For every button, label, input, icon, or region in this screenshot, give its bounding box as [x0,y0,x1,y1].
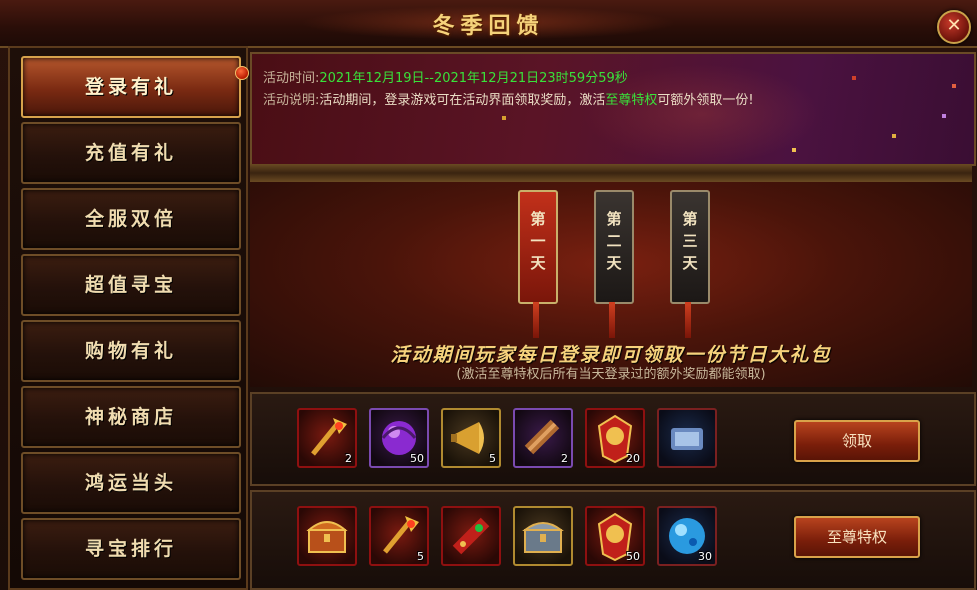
treasure-chest-icon [306,521,348,553]
blue-scroll-icon [671,428,703,450]
reward-slot[interactable]: 2 [513,408,573,468]
tassel-decoration [609,302,615,338]
reward-slot[interactable]: 30 [657,506,717,566]
day-banner-label: 第三天 [682,210,698,272]
reward-slot[interactable] [297,506,357,566]
sidebar-item-login-gift[interactable]: 登录有礼 [21,56,249,118]
day-banner-1[interactable]: 第一天 [518,190,558,338]
reward-row-standard: 2 50 5 2 20 领取 [250,392,976,486]
sidebar-item-label: 购物有礼 [84,340,177,362]
reward-quantity: 5 [489,452,496,465]
reward-slot[interactable]: 2 [297,408,357,468]
reward-quantity: 50 [410,452,424,465]
sidebar-menu: 登录有礼 充值有礼 全服双倍 超值寻宝 购物有礼 神秘商店 鸿运当头 寻宝排行 [8,46,249,590]
reward-slot[interactable]: 50 [369,408,429,468]
event-info-banner: 活动时间:2021年12月19日--2021年12月21日23时59分59秒 活… [250,52,976,166]
close-button[interactable]: ✕ [937,10,971,44]
window-title: 冬季回馈 [432,13,545,39]
day-banner-label: 第一天 [530,210,546,272]
event-time-label: 活动时间: [263,71,320,86]
confetti-decoration [502,116,506,120]
reward-slot[interactable] [513,506,573,566]
sidebar-item-label: 登录有礼 [84,76,177,98]
confetti-decoration [852,76,856,80]
sidebar-item-label: 充值有礼 [84,142,177,164]
winter-event-window: 冬季回馈 ✕ 登录有礼 充值有礼 全服双倍 超值寻宝 购物有礼 神秘商店 鸿运当… [0,0,977,590]
reward-slot[interactable]: 50 [585,506,645,566]
event-subline: (激活至尊特权后所有当天登录过的额外奖励都能领取) [456,367,766,382]
title-bar: 冬季回馈 ✕ [0,0,977,48]
confetti-decoration [792,148,796,152]
reward-slot[interactable] [441,506,501,566]
day-banner-label: 第二天 [606,210,622,272]
event-description-text-end: 可额外领取一份! [657,93,754,108]
tassel-decoration [533,302,539,338]
reward-slot[interactable]: 5 [369,506,429,566]
claim-button[interactable]: 领取 [794,420,920,462]
red-scroll-icon [452,517,490,555]
reward-slot[interactable]: 5 [441,408,501,468]
supreme-privilege-highlight: 至尊特权 [605,93,658,108]
sidebar-item-label: 全服双倍 [84,208,177,230]
reward-row-supreme: 5 50 30 至尊特权 [250,490,976,590]
supreme-privilege-button[interactable]: 至尊特权 [794,516,920,558]
reward-quantity: 2 [345,452,352,465]
day-banner-2[interactable]: 第二天 [594,190,634,338]
event-description-text: 活动期间，登录游戏可在活动界面领取奖励，激活 [319,93,606,108]
reward-quantity: 30 [698,550,712,563]
daily-login-panel: 第一天 第二天 第三天 活动期间玩家每日登录即可领取一份节日大礼包 (激活至尊特… [250,182,972,387]
reward-quantity: 2 [561,452,568,465]
reward-slot[interactable] [657,408,717,468]
sidebar-item-treasure-ranking[interactable]: 寻宝排行 [21,518,241,580]
silver-chest-icon [522,522,564,553]
day-banner-3[interactable]: 第三天 [670,190,710,338]
reward-quantity: 5 [417,550,424,563]
close-icon: ✕ [946,15,962,36]
confetti-decoration [952,84,956,88]
sidebar-item-label: 神秘商店 [84,406,177,428]
reward-quantity: 50 [626,550,640,563]
confetti-decoration [892,134,896,138]
sidebar-item-label: 超值寻宝 [84,274,177,296]
tassel-decoration [685,302,691,338]
event-time-line: 活动时间:2021年12月19日--2021年12月21日23时59分59秒 [263,67,628,86]
sidebar-item-label: 鸿运当头 [84,472,177,494]
event-description-line: 活动说明:活动期间，登录游戏可在活动界面领取奖励，激活至尊特权可额外领取一份! [263,89,754,108]
confetti-decoration [942,114,946,118]
reward-slot[interactable]: 20 [585,408,645,468]
sidebar-item-good-fortune[interactable]: 鸿运当头 [21,452,241,514]
notification-dot-icon [235,66,249,80]
sidebar-item-recharge-gift[interactable]: 充值有礼 [21,122,241,184]
sidebar-item-server-double[interactable]: 全服双倍 [21,188,241,250]
sidebar-item-label: 寻宝排行 [84,538,177,560]
sidebar-item-value-treasure[interactable]: 超值寻宝 [21,254,241,316]
sidebar-item-mystery-shop[interactable]: 神秘商店 [21,386,241,448]
sidebar-item-shopping-gift[interactable]: 购物有礼 [21,320,241,382]
event-time-value: 2021年12月19日--2021年12月21日23时59分59秒 [319,71,628,86]
reward-quantity: 20 [626,452,640,465]
event-description-label: 活动说明: [263,93,320,108]
ornamental-divider [250,164,972,182]
